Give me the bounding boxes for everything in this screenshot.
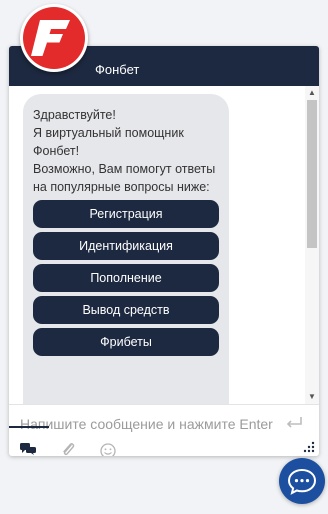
quick-reply-withdrawal[interactable]: Вывод средств xyxy=(33,296,219,324)
chat-bubbles-icon[interactable] xyxy=(19,442,37,456)
messages-scrollbar[interactable]: ▲ ▼ xyxy=(305,86,319,404)
open-chat-button[interactable] xyxy=(279,458,325,504)
chat-bubble-icon xyxy=(287,468,317,495)
quick-reply-freebets[interactable]: Фрибеты xyxy=(33,328,219,356)
message-input-bar xyxy=(9,404,319,438)
resize-grip-icon[interactable] xyxy=(303,440,315,456)
quick-reply-registration[interactable]: Регистрация xyxy=(33,200,219,228)
scroll-thumb[interactable] xyxy=(307,100,317,248)
input-toolbar xyxy=(9,438,319,456)
enter-icon[interactable] xyxy=(285,416,303,435)
paperclip-icon[interactable] xyxy=(60,442,76,456)
quick-reply-identification[interactable]: Идентификация xyxy=(33,232,219,260)
greeting-line-3: Возможно, Вам помогут ответы на популярн… xyxy=(33,162,216,194)
chat-title: Фонбет xyxy=(95,62,140,77)
active-tool-underline xyxy=(9,426,49,428)
greeting-text: Здравствуйте! Я виртуальный помощник Фон… xyxy=(33,106,219,196)
bot-message: Здравствуйте! Я виртуальный помощник Фон… xyxy=(23,94,229,404)
messages-area[interactable]: Здравствуйте! Я виртуальный помощник Фон… xyxy=(9,86,319,404)
chat-widget: Фонбет Здравствуйте! Я виртуальный помощ… xyxy=(9,46,319,456)
scroll-down-icon[interactable]: ▼ xyxy=(305,391,319,403)
scroll-up-icon[interactable]: ▲ xyxy=(305,87,319,99)
quick-reply-deposit[interactable]: Пополнение xyxy=(33,264,219,292)
message-input[interactable] xyxy=(20,414,280,434)
greeting-line-2: Я виртуальный помощник Фонбет! xyxy=(33,126,184,158)
smiley-icon[interactable] xyxy=(99,442,117,456)
greeting-line-1: Здравствуйте! xyxy=(33,108,116,122)
fonbet-logo-icon xyxy=(20,4,88,72)
